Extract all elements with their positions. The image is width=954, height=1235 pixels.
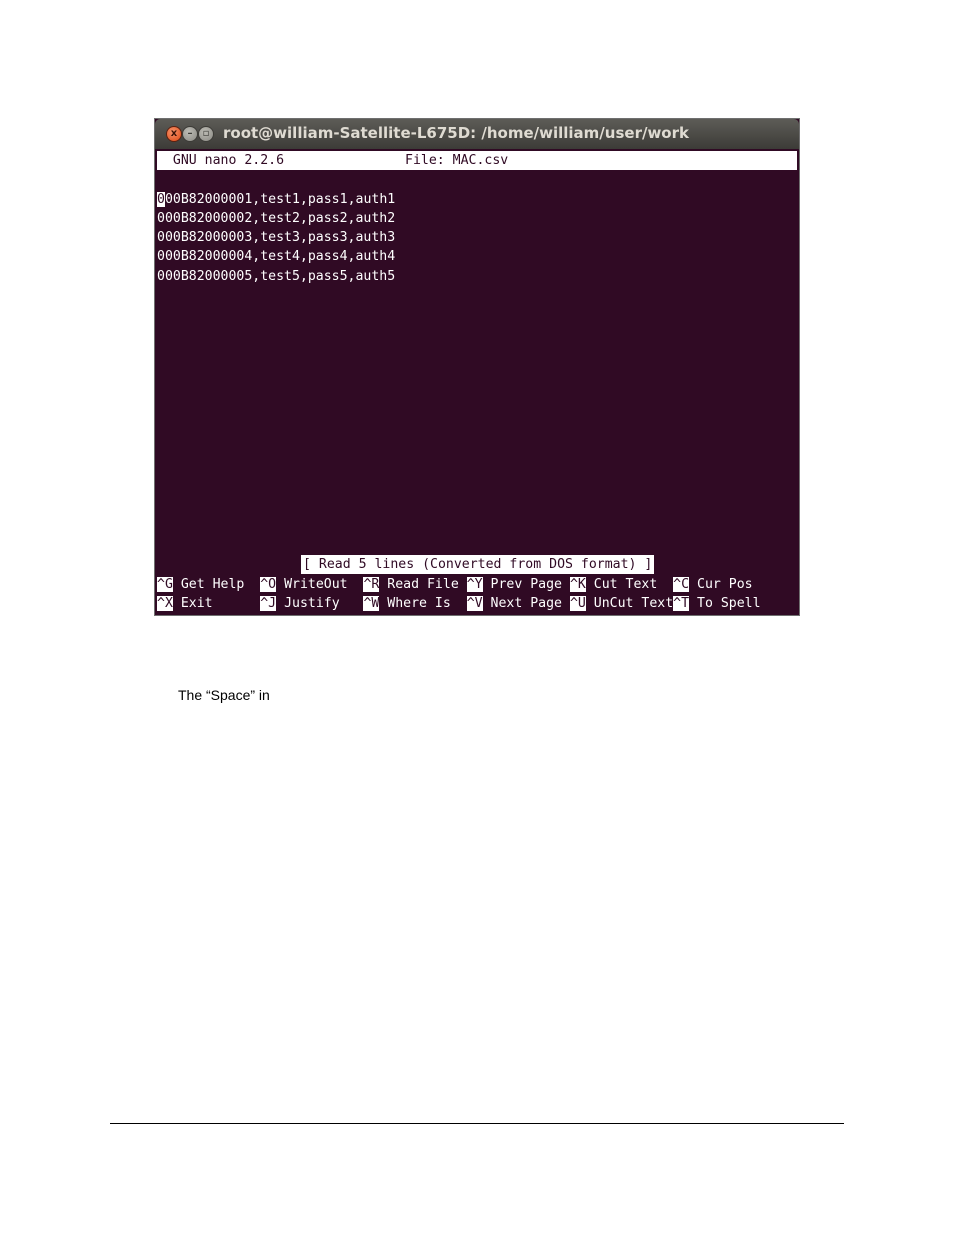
shortcut-writeout[interactable]: ^O WriteOut [260, 577, 363, 592]
shortcut-prev-page[interactable]: ^Y Prev Page [466, 577, 570, 592]
nano-version: GNU nano 2.2.6 [157, 153, 285, 168]
minimize-icon[interactable]: – [182, 126, 198, 142]
text-line-4[interactable]: 000B82000004,test4,pass4,auth4 [157, 247, 395, 266]
shortcut-where-is[interactable]: ^W Where Is [363, 596, 466, 611]
shortcut-next-page[interactable]: ^V Next Page [466, 596, 570, 611]
close-icon[interactable]: x [166, 126, 182, 142]
document-caption: The “Space” in [178, 687, 270, 703]
text-line-1[interactable]: 000B82000001,test1,pass1,auth1 [157, 190, 395, 209]
shortcut-bar-2: ^X Exit ^J Justify ^W Where Is ^V Next P… [157, 594, 761, 613]
shortcut-get-help[interactable]: ^G Get Help [157, 577, 260, 592]
window-title: root@william-Satellite-L675D: /home/will… [223, 124, 689, 142]
shortcut-cur-pos[interactable]: ^C Cur Pos [673, 577, 753, 592]
terminal-window: x – ▫ root@william-Satellite-L675D: /hom… [155, 119, 799, 615]
footer-rule [110, 1123, 844, 1124]
nano-file-name: File: MAC.csv [405, 153, 509, 168]
text-line-5[interactable]: 000B82000005,test5,pass5,auth5 [157, 267, 395, 286]
status-message: [ Read 5 lines (Converted from DOS forma… [301, 555, 655, 574]
text-line-3[interactable]: 000B82000003,test3,pass3,auth3 [157, 228, 395, 247]
shortcut-bar-1: ^G Get Help ^O WriteOut ^R Read File ^Y … [157, 575, 753, 594]
shortcut-uncut-text[interactable]: ^U UnCut Text [569, 596, 673, 611]
text-line-2[interactable]: 000B82000002,test2,pass2,auth2 [157, 209, 395, 228]
shortcut-to-spell[interactable]: ^T To Spell [673, 596, 761, 611]
shortcut-exit[interactable]: ^X Exit [157, 596, 260, 611]
shortcut-cut-text[interactable]: ^K Cut Text [569, 577, 673, 592]
shortcut-justify[interactable]: ^J Justify [260, 596, 363, 611]
maximize-icon[interactable]: ▫ [198, 126, 214, 142]
text-cursor: 0 [157, 192, 165, 207]
nano-header-bar: GNU nano 2.2.6 File: MAC.csv [157, 151, 797, 170]
shortcut-read-file[interactable]: ^R Read File [363, 577, 466, 592]
window-titlebar[interactable]: x – ▫ root@william-Satellite-L675D: /hom… [155, 119, 799, 149]
